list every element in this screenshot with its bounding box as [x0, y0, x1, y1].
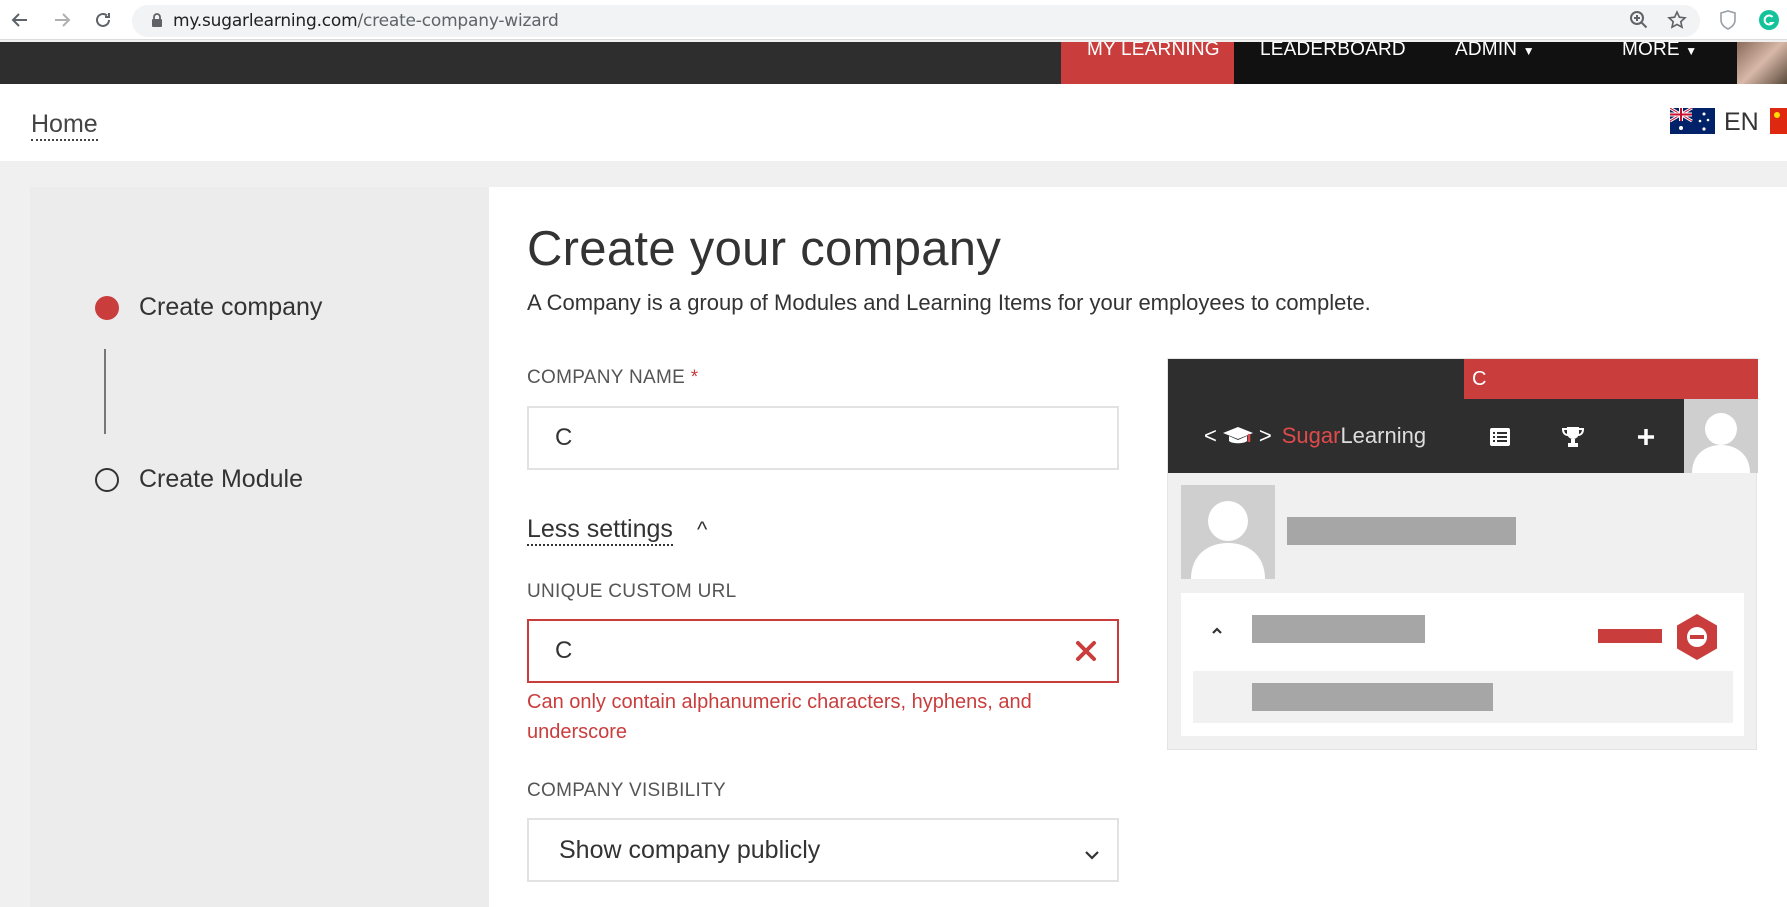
remove-badge-icon [1673, 613, 1721, 661]
nav-more[interactable]: MORE ▼ [1622, 42, 1697, 84]
required-asterisk: * [690, 367, 699, 388]
wizard-steps-panel: Create company Create Module [30, 187, 489, 907]
module-tag [1598, 629, 1662, 643]
extension-shield-icon[interactable] [1716, 8, 1740, 32]
step-label: Create Module [139, 465, 303, 493]
company-visibility-label: COMPANY VISIBILITY [527, 780, 726, 801]
step-create-company[interactable]: Create company [95, 293, 322, 322]
logo-bracket-left: < [1204, 423, 1217, 448]
company-preview: C < > SugarLearning [1167, 358, 1758, 750]
plus-icon [1634, 425, 1658, 449]
grammarly-icon[interactable] [1757, 8, 1781, 32]
user-avatar[interactable] [1737, 42, 1787, 84]
placeholder-bar [1252, 615, 1425, 643]
back-icon[interactable] [8, 8, 32, 32]
trophy-icon [1561, 425, 1585, 449]
step-label: Create company [139, 293, 323, 321]
reload-icon[interactable] [91, 8, 115, 32]
list-icon [1488, 425, 1512, 449]
url-text: my.sugarlearning.com/create-company-wiza… [173, 11, 559, 31]
logo-bracket-right: > [1258, 423, 1272, 448]
chevron-down-icon: ▼ [1522, 44, 1535, 58]
browser-toolbar: my.sugarlearning.com/create-company-wiza… [0, 0, 1787, 40]
custom-url-input[interactable]: C [527, 619, 1119, 683]
caret-up-icon[interactable]: ^ [697, 517, 707, 543]
caret-up-icon [1209, 623, 1225, 639]
breadcrumb-bar: Home EN [0, 84, 1787, 161]
preview-avatar [1684, 399, 1758, 473]
custom-url-value: C [555, 637, 573, 664]
page-title: Create your company [527, 222, 1002, 276]
company-name-label-text: COMPANY NAME [527, 367, 686, 388]
placeholder-bar [1287, 517, 1516, 545]
preview-header: C < > SugarLearning [1168, 359, 1758, 473]
step-pending-dot-icon [95, 467, 119, 492]
custom-url-error: Can only contain alphanumeric characters… [527, 691, 1032, 743]
preview-module-card [1181, 593, 1744, 736]
chevron-down-icon: ▼ [1685, 44, 1698, 58]
preview-company-name: C [1464, 359, 1758, 399]
create-company-form: Create your company A Company is a group… [489, 187, 1787, 907]
custom-url-label: UNIQUE CUSTOM URL [527, 581, 737, 602]
logo-sugar-text: Sugar [1281, 423, 1341, 448]
page-subtitle: A Company is a group of Modules and Lear… [527, 290, 1371, 315]
company-name-value: C [555, 424, 573, 451]
site-top-nav: MY LEARNING LEADERBOARD ADMIN ▼ MORE ▼ [0, 42, 1787, 84]
chevron-down-icon [1083, 842, 1101, 860]
nav-admin-label: ADMIN [1455, 42, 1518, 60]
zoom-icon[interactable] [1627, 8, 1651, 32]
nav-leaderboard[interactable]: LEADERBOARD [1260, 42, 1406, 84]
graduation-cap-icon [1222, 427, 1253, 444]
australia-flag-icon[interactable] [1670, 108, 1715, 134]
company-name-input[interactable]: C [527, 406, 1119, 470]
step-create-module[interactable]: Create Module [95, 465, 303, 494]
forward-icon[interactable] [50, 8, 74, 32]
china-flag-icon[interactable] [1770, 108, 1787, 134]
visibility-selected-value: Show company publicly [559, 835, 821, 864]
nav-more-label: MORE [1622, 42, 1680, 60]
nav-my-learning[interactable]: MY LEARNING [1061, 42, 1234, 84]
placeholder-bar [1252, 683, 1493, 711]
less-settings-toggle[interactable]: Less settings [527, 514, 673, 546]
company-visibility-select[interactable]: Show company publicly [527, 818, 1119, 882]
url-domain: my.sugarlearning.com [173, 11, 358, 31]
bookmark-star-icon[interactable] [1665, 8, 1689, 32]
step-connector [104, 349, 106, 434]
language-label[interactable]: EN [1724, 108, 1759, 137]
step-current-dot-icon [95, 295, 119, 320]
sugarlearning-logo: < > SugarLearning [1204, 399, 1426, 473]
logo-learning-text: Learning [1340, 423, 1427, 448]
url-path: /create-company-wizard [357, 11, 559, 31]
lock-icon [145, 8, 169, 32]
home-link[interactable]: Home [31, 109, 98, 141]
preview-profile-picture [1181, 485, 1275, 579]
nav-admin[interactable]: ADMIN ▼ [1455, 42, 1535, 84]
company-name-label: COMPANY NAME * [527, 367, 698, 389]
nav-my-learning-label: MY LEARNING [1087, 42, 1220, 60]
nav-leaderboard-label: LEADERBOARD [1260, 42, 1406, 60]
clear-error-icon[interactable] [1073, 638, 1099, 664]
preview-card-row [1193, 671, 1733, 723]
